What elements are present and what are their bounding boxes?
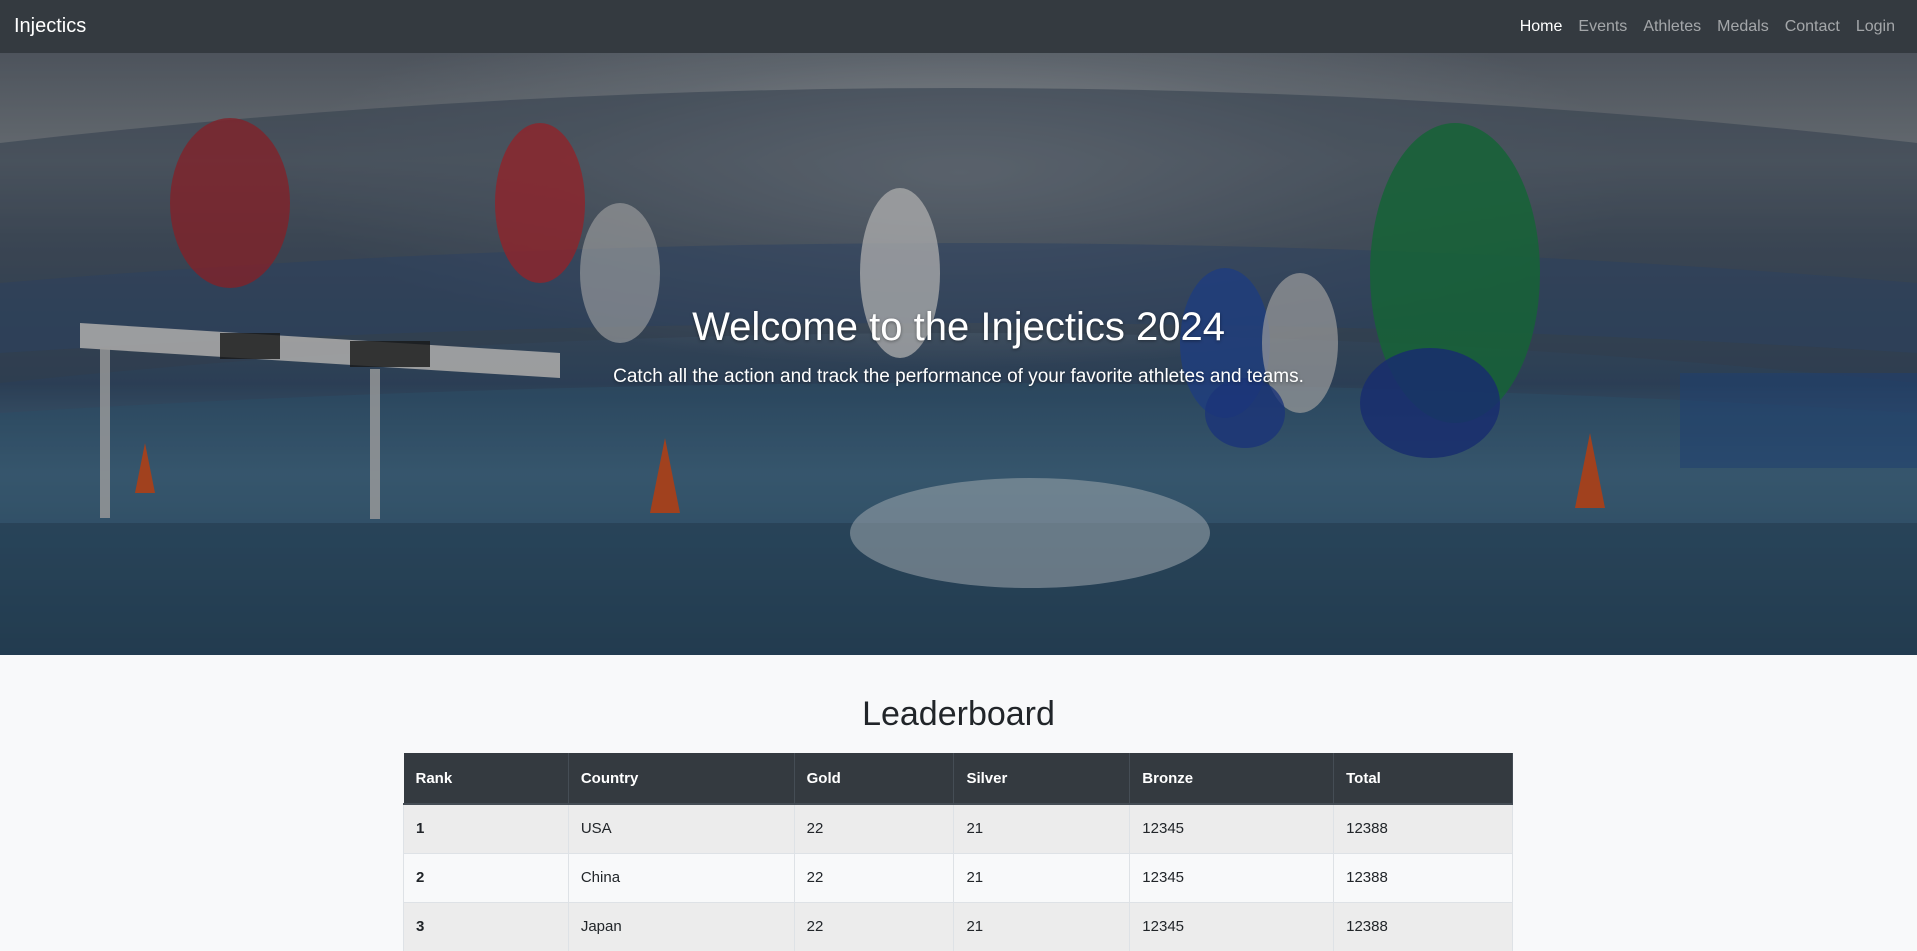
hero-overlay	[0, 53, 1917, 655]
brand-link[interactable]: Injectics	[14, 15, 86, 38]
hero-subtitle: Catch all the action and track the perfo…	[613, 366, 1304, 387]
leaderboard-title: Leaderboard	[862, 695, 1055, 733]
hero-banner: Welcome to the Injectics 2024 Catch all …	[0, 53, 1917, 655]
cell-gold: 22	[793, 852, 955, 902]
hero-title: Welcome to the Injectics 2024	[692, 305, 1225, 349]
cell-silver: 21	[953, 901, 1131, 951]
column-header-bronze: Bronze	[1129, 753, 1335, 805]
column-header-total: Total	[1333, 753, 1513, 805]
column-header-rank: Rank	[403, 753, 569, 805]
column-header-silver: Silver	[953, 753, 1131, 805]
column-header-gold: Gold	[794, 753, 955, 805]
table-row: 1 USA 22 21 12345 12388	[403, 803, 1513, 853]
navbar: Injectics Home Events Athletes Medals Co…	[0, 0, 1917, 53]
cell-silver: 21	[953, 803, 1131, 853]
cell-rank: 3	[403, 901, 569, 951]
cell-bronze: 12345	[1129, 803, 1335, 853]
table-row: 2 China 22 21 12345 12388	[403, 852, 1513, 902]
cell-total: 12388	[1333, 852, 1513, 902]
leaderboard-table: Rank Country Gold Silver Bronze Total 1 …	[403, 753, 1513, 951]
nav-events[interactable]: Events	[1570, 18, 1635, 36]
cell-total: 12388	[1333, 803, 1513, 853]
leaderboard-header: Rank Country Gold Silver Bronze Total	[403, 753, 1513, 805]
cell-bronze: 12345	[1129, 852, 1335, 902]
cell-silver: 21	[953, 852, 1131, 902]
cell-gold: 22	[793, 901, 955, 951]
cell-country: China	[567, 852, 795, 902]
nav-medals[interactable]: Medals	[1709, 18, 1777, 36]
cell-total: 12388	[1333, 901, 1513, 951]
nav-login[interactable]: Login	[1848, 18, 1903, 36]
table-row: 3 Japan 22 21 12345 12388	[403, 901, 1513, 951]
nav-links: Home Events Athletes Medals Contact Logi…	[1512, 18, 1903, 36]
nav-home[interactable]: Home	[1512, 18, 1571, 36]
column-header-country: Country	[568, 753, 795, 805]
cell-country: USA	[567, 803, 795, 853]
nav-contact[interactable]: Contact	[1777, 18, 1848, 36]
cell-bronze: 12345	[1129, 901, 1335, 951]
nav-athletes[interactable]: Athletes	[1635, 18, 1709, 36]
cell-country: Japan	[567, 901, 795, 951]
cell-gold: 22	[793, 803, 955, 853]
cell-rank: 1	[403, 803, 569, 853]
cell-rank: 2	[403, 852, 569, 902]
